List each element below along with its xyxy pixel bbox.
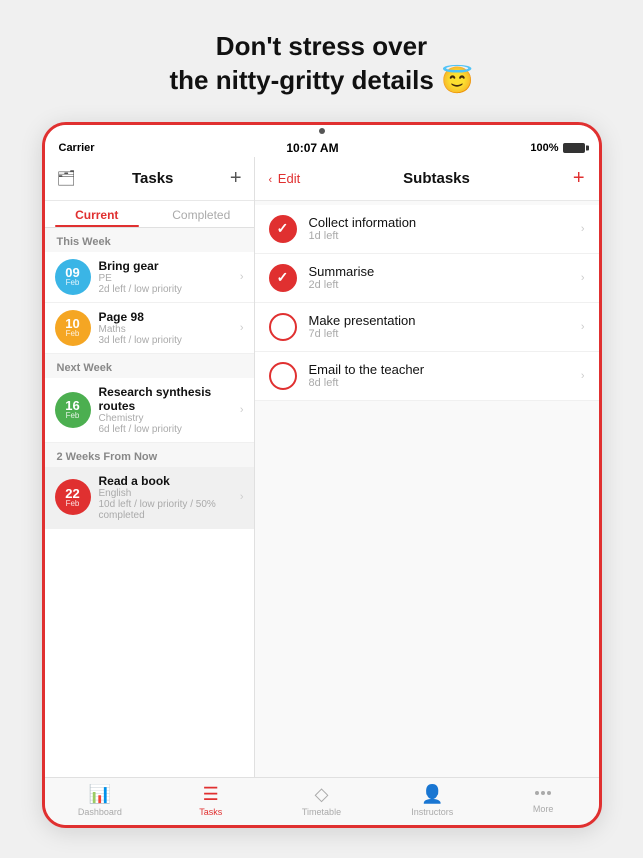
- page-wrapper: Don't stress overthe nitty-gritty detail…: [0, 0, 643, 858]
- subtask-email-teacher[interactable]: Email to the teacher 8d left ›: [255, 352, 599, 401]
- chevron-right-icon: ›: [581, 321, 585, 333]
- chevron-right-icon: ›: [240, 491, 244, 503]
- task-info-read-book: Read a book English 10d left / low prior…: [99, 474, 240, 521]
- battery-label: 100%: [530, 142, 558, 154]
- task-badge-10: 10 Feb: [55, 310, 91, 346]
- chevron-right-icon: ›: [240, 322, 244, 334]
- subtask-summarise[interactable]: Summarise 2d left ›: [255, 254, 599, 303]
- section-two-weeks: 2 Weeks From Now: [45, 443, 254, 467]
- tasks-tabs: Current Completed: [45, 201, 254, 228]
- task-list: This Week 09 Feb Bring gear PE 2d left /…: [45, 228, 254, 777]
- tab-current[interactable]: Current: [45, 201, 150, 227]
- task-badge-16: 16 Feb: [55, 392, 91, 428]
- chevron-right-icon: ›: [581, 370, 585, 382]
- task-info-research: Research synthesis routes Chemistry 6d l…: [99, 385, 240, 435]
- task-info-bring-gear: Bring gear PE 2d left / low priority: [99, 259, 240, 295]
- subtask-list: Collect information 1d left › Summarise …: [255, 201, 599, 405]
- task-item-research[interactable]: 16 Feb Research synthesis routes Chemist…: [45, 378, 254, 443]
- subtasks-title: Subtasks: [403, 170, 470, 187]
- task-badge-22: 22 Feb: [55, 479, 91, 515]
- home-indicator-top: [45, 125, 599, 137]
- tasks-panel: 🗂 Tasks + Current Completed This Week 09…: [45, 157, 255, 777]
- subtask-check-collect[interactable]: [269, 215, 297, 243]
- chevron-left-icon: ‹: [269, 174, 273, 186]
- ipad-frame: Carrier 10:07 AM 100% 🗂 Tasks + Current …: [42, 122, 602, 828]
- instructors-icon: 👤: [421, 784, 443, 805]
- tasks-header: 🗂 Tasks +: [45, 157, 254, 201]
- subtasks-header: ‹ Edit Subtasks +: [255, 157, 599, 201]
- chevron-right-icon: ›: [240, 404, 244, 416]
- task-info-page98: Page 98 Maths 3d left / low priority: [99, 310, 240, 346]
- tab-bar-more[interactable]: More: [488, 784, 599, 817]
- tasks-icon: ☰: [203, 784, 219, 805]
- tasks-title: Tasks: [132, 170, 173, 187]
- subtask-collect-info[interactable]: Collect information 1d left ›: [255, 205, 599, 254]
- chevron-right-icon: ›: [581, 272, 585, 284]
- time-label: 10:07 AM: [286, 141, 338, 155]
- status-bar: Carrier 10:07 AM 100%: [45, 137, 599, 157]
- split-view: 🗂 Tasks + Current Completed This Week 09…: [45, 157, 599, 777]
- subtask-info-presentation: Make presentation 7d left: [309, 313, 581, 340]
- subtask-check-presentation[interactable]: [269, 313, 297, 341]
- tab-bar-instructors[interactable]: 👤 Instructors: [377, 784, 488, 817]
- subtask-info-collect: Collect information 1d left: [309, 215, 581, 242]
- headline: Don't stress overthe nitty-gritty detail…: [170, 30, 474, 98]
- subtask-make-presentation[interactable]: Make presentation 7d left ›: [255, 303, 599, 352]
- battery-icon: [563, 143, 585, 153]
- tasks-add-button[interactable]: +: [230, 167, 242, 190]
- subtask-info-email: Email to the teacher 8d left: [309, 362, 581, 389]
- task-item-read-book[interactable]: 22 Feb Read a book English 10d left / lo…: [45, 467, 254, 529]
- chevron-right-icon: ›: [581, 223, 585, 235]
- task-badge-09: 09 Feb: [55, 259, 91, 295]
- tab-bar: 📊 Dashboard ☰ Tasks ◇ Timetable 👤 Instru…: [45, 777, 599, 825]
- task-item-page98[interactable]: 10 Feb Page 98 Maths 3d left / low prior…: [45, 303, 254, 354]
- more-dots-icon: [535, 784, 551, 802]
- tab-bar-dashboard[interactable]: 📊 Dashboard: [45, 784, 156, 817]
- tab-completed[interactable]: Completed: [149, 201, 254, 227]
- timetable-icon: ◇: [315, 784, 329, 805]
- chevron-right-icon: ›: [240, 271, 244, 283]
- section-this-week: This Week: [45, 228, 254, 252]
- tab-bar-timetable[interactable]: ◇ Timetable: [266, 784, 377, 817]
- edit-button[interactable]: ‹ Edit: [269, 171, 301, 186]
- status-bar-right: 100%: [530, 142, 584, 154]
- subtasks-add-button[interactable]: +: [573, 167, 585, 190]
- subtask-check-email[interactable]: [269, 362, 297, 390]
- section-next-week: Next Week: [45, 354, 254, 378]
- subtask-check-summarise[interactable]: [269, 264, 297, 292]
- task-item-bring-gear[interactable]: 09 Feb Bring gear PE 2d left / low prior…: [45, 252, 254, 303]
- carrier-label: Carrier: [59, 142, 95, 154]
- dashboard-icon: 📊: [89, 784, 111, 805]
- folder-icon: 🗂: [57, 169, 76, 187]
- tab-bar-tasks[interactable]: ☰ Tasks: [155, 784, 266, 817]
- subtask-info-summarise: Summarise 2d left: [309, 264, 581, 291]
- subtasks-panel: ‹ Edit Subtasks + Collect information 1d…: [255, 157, 599, 777]
